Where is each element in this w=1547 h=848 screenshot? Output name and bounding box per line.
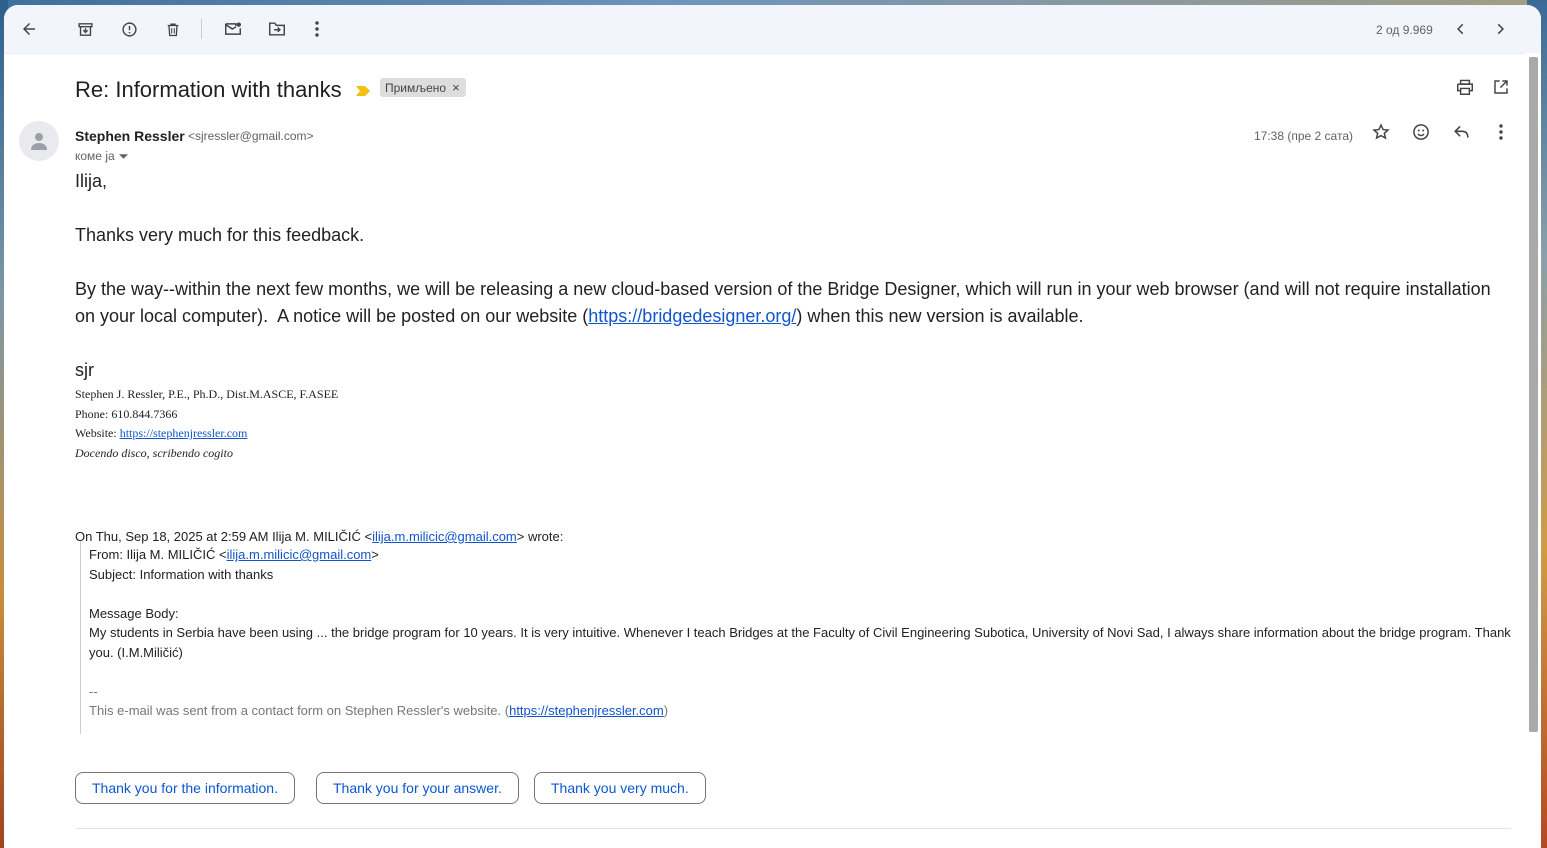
signature-phone: Phone: 610.844.7366 xyxy=(75,407,178,421)
archive-icon xyxy=(77,22,93,36)
message-count: 2 од 9.969 xyxy=(1376,23,1433,37)
open-in-new-window-button[interactable] xyxy=(1489,75,1513,99)
smart-reply-button-1[interactable]: Thank you for the information. xyxy=(75,772,295,804)
recipients-details-toggle[interactable]: коме ја xyxy=(75,149,128,163)
paragraph-2-line-1: By the way--within the next few months, … xyxy=(75,279,1491,299)
mail-window: 2 од 9.969 Re: Information with thanks П… xyxy=(4,5,1541,848)
mark-unread-button[interactable] xyxy=(217,13,249,45)
quoted-message: From: Ilija M. MILIČIĆ <ilija.m.milicic@… xyxy=(80,541,1517,734)
inbox-label-chip: Примљено × xyxy=(380,78,466,97)
quote-body-line-1: My students in Serbia have been using ..… xyxy=(89,625,1511,640)
recipients-label: коме ја xyxy=(75,149,115,163)
importance-marker-icon[interactable] xyxy=(356,83,370,101)
message-more-button[interactable] xyxy=(1489,120,1513,144)
mark-unread-icon xyxy=(225,22,241,35)
older-message-button[interactable] xyxy=(1484,13,1516,45)
arrow-left-icon xyxy=(23,23,35,35)
open-in-new-icon xyxy=(1494,80,1508,94)
back-button[interactable] xyxy=(13,13,45,45)
more-vert-icon xyxy=(315,21,319,37)
stephenjressler-link[interactable]: https://stephenjressler.com xyxy=(120,426,248,440)
reply-button[interactable] xyxy=(1449,120,1473,144)
signature-motto: Docendo disco, scribendo cogito xyxy=(75,446,233,460)
quote-body-line-2: you. (I.M.Miličić) xyxy=(89,645,183,660)
sender-name[interactable]: Stephen Ressler xyxy=(75,128,185,144)
quote-from-line: From: Ilija M. MILIČIĆ <ilija.m.milicic@… xyxy=(89,545,379,565)
report-spam-icon xyxy=(121,21,137,37)
quote-footer-text: This e-mail was sent from a contact form… xyxy=(89,703,510,718)
caret-down-icon xyxy=(118,153,128,159)
signature-website-label: Website: xyxy=(75,426,120,440)
reply-icon xyxy=(1453,125,1469,138)
quote-from-text: From: Ilija M. MILIČIĆ < xyxy=(89,547,227,562)
quote-signature-dashes: -- xyxy=(89,684,98,699)
add-reaction-button[interactable] xyxy=(1409,120,1433,144)
star-button[interactable] xyxy=(1369,120,1393,144)
thread-divider xyxy=(75,828,1511,829)
quote-footer-end: ) xyxy=(663,703,669,718)
move-to-icon xyxy=(269,22,285,36)
paragraph-2-line-2-end: ) when this new version is available. xyxy=(796,306,1084,326)
person-icon xyxy=(31,133,47,150)
more-actions-button[interactable] xyxy=(301,13,333,45)
quote-from-end: > xyxy=(371,547,379,562)
message-toolbar: 2 од 9.969 xyxy=(4,5,1541,54)
label-text: Примљено xyxy=(385,80,447,95)
quote-from-email-link[interactable]: ilija.m.milicic@gmail.com xyxy=(227,547,372,562)
print-icon xyxy=(1457,79,1473,95)
message-time: 17:38 (пре 2 сата) xyxy=(1254,129,1353,143)
sender-avatar[interactable] xyxy=(19,121,59,161)
bridgedesigner-link[interactable]: https://bridgedesigner.org/ xyxy=(588,306,796,326)
body-paragraph-2: By the way--within the next few months, … xyxy=(75,276,1491,330)
sender-email: <sjressler@gmail.com> xyxy=(188,129,314,143)
quote-footer: This e-mail was sent from a contact form… xyxy=(89,701,668,721)
quote-body-text: My students in Serbia have been using ..… xyxy=(89,623,1519,663)
smart-reply-button-3[interactable]: Thank you very much. xyxy=(534,772,706,804)
print-all-button[interactable] xyxy=(1453,75,1477,99)
quote-body-label: Message Body: xyxy=(89,606,179,621)
body-paragraph-1: Thanks very much for this feedback. xyxy=(75,225,365,245)
signature-initials: sjr xyxy=(75,360,94,380)
delete-button[interactable] xyxy=(157,13,189,45)
chevron-left-icon xyxy=(1457,23,1464,35)
trash-icon xyxy=(167,23,179,36)
quote-subject-line: Subject: Information with thanks xyxy=(89,567,274,582)
paragraph-2-line-2-start: on your local computer). A notice will b… xyxy=(75,306,589,326)
emoji-icon xyxy=(1413,124,1429,140)
smart-reply-button-2[interactable]: Thank you for your answer. xyxy=(316,772,519,804)
archive-button[interactable] xyxy=(69,13,101,45)
signature-website: Website: https://stephenjressler.com xyxy=(75,426,247,441)
chevron-right-icon xyxy=(1497,23,1504,35)
message-subject: Re: Information with thanks xyxy=(75,77,342,102)
report-spam-button[interactable] xyxy=(113,13,145,45)
scrollbar-thumb[interactable] xyxy=(1529,57,1538,732)
star-icon xyxy=(1372,123,1390,140)
newer-message-button[interactable] xyxy=(1445,13,1477,45)
remove-label-button[interactable]: × xyxy=(452,80,460,95)
quote-footer-link[interactable]: https://stephenjressler.com xyxy=(509,703,664,718)
toolbar-divider xyxy=(201,19,202,39)
body-greeting: Ilija, xyxy=(75,171,108,191)
signature-name: Stephen J. Ressler, P.E., Ph.D., Dist.M.… xyxy=(75,387,339,401)
more-vert-icon xyxy=(1499,124,1503,140)
move-to-button[interactable] xyxy=(261,13,293,45)
